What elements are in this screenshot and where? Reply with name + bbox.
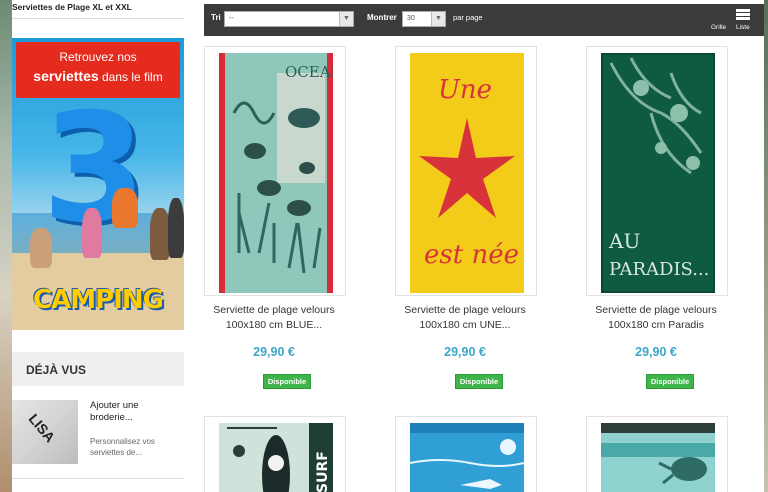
- sort-select-value: --: [229, 15, 234, 22]
- availability-badge: Disponible: [455, 374, 503, 389]
- product-image-turtle[interactable]: [601, 423, 715, 492]
- banner-person: [112, 188, 138, 228]
- recently-viewed-header: DÉJÀ VUS: [12, 352, 184, 386]
- recently-viewed-thumbnail[interactable]: LISA: [12, 400, 78, 464]
- banner-person: [82, 208, 102, 258]
- background-photo-left: [0, 0, 12, 492]
- list-view-link[interactable]: Liste: [736, 24, 750, 31]
- au-text: AU: [608, 229, 640, 253]
- availability-badge: Disponible: [263, 374, 311, 389]
- banner-line1: Retrouvez nos: [59, 50, 137, 64]
- banner-movie-title: CAMPING: [33, 285, 164, 315]
- show-label: Montrer: [367, 13, 397, 22]
- chevron-down-icon: ▼: [339, 12, 353, 26]
- sort-toolbar: Tri -- ▼ Montrer 30 ▼ par page Grille Li…: [204, 4, 764, 36]
- est-nee-text: est née: [424, 240, 519, 270]
- sort-select[interactable]: -- ▼: [224, 11, 354, 27]
- divider: [12, 478, 184, 479]
- recently-viewed-description: Personnalisez vos serviettes de...: [90, 437, 155, 457]
- per-page-label: par page: [453, 13, 483, 22]
- product-card[interactable]: SURF: [204, 416, 346, 492]
- availability-badge: Disponible: [646, 374, 694, 389]
- thumbnail-embroidery-text: LISA: [25, 410, 59, 446]
- banner-person: [30, 228, 52, 268]
- surf-text: SURF: [315, 451, 331, 492]
- product-price: 29,90 €: [635, 345, 677, 359]
- product-card[interactable]: Une est née: [395, 46, 537, 296]
- product-image-paradis[interactable]: AU PARADIS...: [601, 53, 715, 293]
- list-view-icon[interactable]: [736, 9, 750, 21]
- chevron-down-icon: ▼: [431, 12, 445, 26]
- product-name-line1: Serviette de plage velours: [213, 304, 335, 316]
- sidebar: Serviettes de Plage XL et XXL Retrouvez …: [12, 0, 184, 492]
- product-name-line2: 100x180 cm Paradis: [608, 319, 704, 331]
- product-card[interactable]: OCEAN: [204, 46, 346, 296]
- per-page-value: 30: [407, 15, 415, 22]
- product-card[interactable]: [586, 416, 728, 492]
- banner-person: [150, 208, 170, 260]
- paradis-text: PARADIS...: [609, 259, 709, 280]
- per-page-select[interactable]: 30 ▼: [402, 11, 446, 27]
- product-price: 29,90 €: [253, 345, 295, 359]
- product-card[interactable]: AU PARADIS...: [586, 46, 728, 296]
- product-name-line2: 100x180 cm BLUE...: [225, 319, 323, 331]
- page: Serviettes de Plage XL et XXL Retrouvez …: [0, 0, 768, 492]
- product-image-surf[interactable]: SURF: [219, 423, 333, 492]
- recently-viewed-name[interactable]: Ajouter une broderie...: [90, 400, 180, 424]
- product-name[interactable]: Serviette de plage velours 100x180 cm Pa…: [566, 303, 746, 333]
- background-photo-right: [764, 0, 768, 492]
- product-name-line2: 100x180 cm UNE...: [419, 319, 511, 331]
- grid-view-link[interactable]: Grille: [711, 24, 726, 31]
- sort-label: Tri: [211, 13, 221, 22]
- ocean-text: OCEAN: [285, 63, 333, 81]
- product-name-line1: Serviette de plage velours: [595, 304, 717, 316]
- camping-banner[interactable]: Retrouvez nos serviettes dans le film 3 …: [12, 38, 184, 330]
- product-image-ocean[interactable]: OCEAN: [219, 53, 333, 293]
- une-text: Une: [438, 75, 492, 105]
- product-image-shark[interactable]: [410, 423, 524, 492]
- product-name-line1: Serviette de plage velours: [404, 304, 526, 316]
- recently-viewed-title: DÉJÀ VUS: [26, 363, 87, 377]
- product-card[interactable]: [395, 416, 537, 492]
- banner-person: [168, 198, 184, 258]
- product-name[interactable]: Serviette de plage velours 100x180 cm BL…: [184, 303, 364, 333]
- category-title[interactable]: Serviettes de Plage XL et XXL: [12, 2, 132, 12]
- divider: [12, 18, 184, 19]
- product-price: 29,90 €: [444, 345, 486, 359]
- product-image-starfish[interactable]: Une est née: [410, 53, 524, 293]
- product-name[interactable]: Serviette de plage velours 100x180 cm UN…: [375, 303, 555, 333]
